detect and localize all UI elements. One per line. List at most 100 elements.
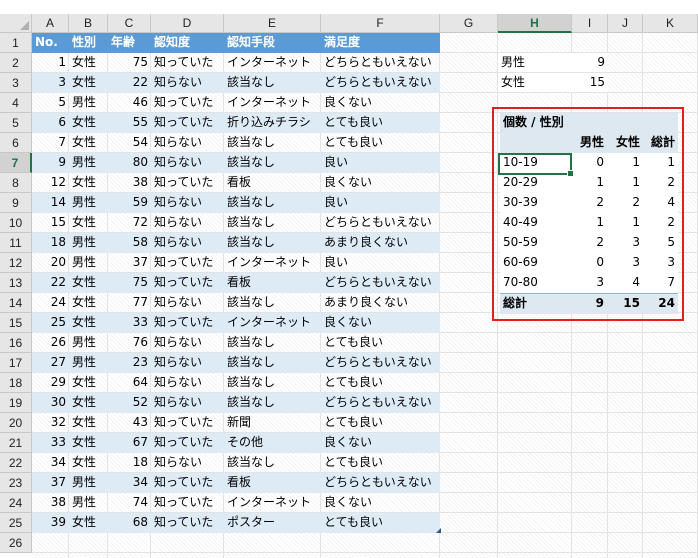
table-cell[interactable]: 知らない	[151, 153, 224, 172]
table-cell[interactable]: とても良い	[321, 513, 440, 532]
table-cell[interactable]: 良くない	[321, 93, 440, 112]
table-cell[interactable]: 知らない	[151, 233, 224, 252]
table-cell[interactable]: 知らない	[151, 333, 224, 352]
table-cell[interactable]: 知らない	[151, 373, 224, 392]
table-cell[interactable]: 良くない	[321, 173, 440, 192]
count-value[interactable]: 15	[572, 73, 608, 92]
table-cell[interactable]: 3	[32, 73, 69, 92]
table-cell[interactable]: どちらともいえない	[321, 353, 440, 372]
column-header-b[interactable]: B	[69, 14, 108, 33]
count-label[interactable]: 男性	[498, 53, 572, 72]
pivot-header-female[interactable]: 女性	[607, 133, 643, 152]
table-cell[interactable]: 良くない	[321, 313, 440, 332]
pivot-row-label[interactable]: 50-59	[500, 233, 570, 252]
table-cell[interactable]: 77	[108, 293, 151, 312]
table-cell[interactable]: どちらともいえない	[321, 473, 440, 492]
table-cell[interactable]: 34	[108, 473, 151, 492]
table-cell[interactable]: インターネット	[224, 53, 321, 72]
table-cell[interactable]: 23	[108, 353, 151, 372]
row-header-12[interactable]: 12	[0, 253, 32, 273]
table-cell[interactable]: 男性	[69, 353, 108, 372]
table-cell[interactable]: 女性	[69, 373, 108, 392]
pivot-value[interactable]: 2	[570, 233, 607, 252]
pivot-value[interactable]: 5	[643, 233, 678, 252]
column-header-e[interactable]: E	[224, 14, 321, 33]
table-cell[interactable]: 知っていた	[151, 413, 224, 432]
column-header-j[interactable]: J	[608, 14, 643, 33]
table-cell[interactable]: 男性	[69, 333, 108, 352]
table-cell[interactable]: 看板	[224, 473, 321, 492]
table-cell[interactable]: 女性	[69, 413, 108, 432]
table-cell[interactable]: 知っていた	[151, 473, 224, 492]
table-cell[interactable]: 看板	[224, 173, 321, 192]
pivot-value[interactable]: 7	[643, 273, 678, 292]
table-cell[interactable]: 29	[32, 373, 69, 392]
table-cell[interactable]: 37	[32, 473, 69, 492]
pivot-value[interactable]: 3	[643, 253, 678, 272]
table-cell[interactable]: 知っていた	[151, 433, 224, 452]
table-cell[interactable]: 33	[32, 433, 69, 452]
table-cell[interactable]: 良い	[321, 153, 440, 172]
pivot-value[interactable]: 1	[570, 213, 607, 232]
row-header-16[interactable]: 16	[0, 333, 32, 353]
pivot-value[interactable]: 3	[607, 253, 643, 272]
pivot-value[interactable]: 1	[607, 213, 643, 232]
table-cell[interactable]: ポスター	[224, 513, 321, 532]
table-cell[interactable]: 知らない	[151, 133, 224, 152]
table-header-cell[interactable]: 認知度	[151, 33, 224, 52]
table-cell[interactable]: 知っていた	[151, 253, 224, 272]
table-cell[interactable]: 68	[108, 513, 151, 532]
table-cell[interactable]: 55	[108, 113, 151, 132]
table-cell[interactable]: 男性	[69, 233, 108, 252]
table-cell[interactable]: 知らない	[151, 293, 224, 312]
table-cell[interactable]: 女性	[69, 313, 108, 332]
table-cell[interactable]: 54	[108, 133, 151, 152]
table-cell[interactable]: 知っていた	[151, 493, 224, 512]
table-cell[interactable]: 15	[32, 213, 69, 232]
table-cell[interactable]: 女性	[69, 273, 108, 292]
table-cell[interactable]: とても良い	[321, 373, 440, 392]
pivot-value[interactable]: 0	[570, 253, 607, 272]
table-cell[interactable]: 22	[108, 73, 151, 92]
row-header-3[interactable]: 3	[0, 73, 32, 93]
table-cell[interactable]: 女性	[69, 53, 108, 72]
table-cell[interactable]: 知っていた	[151, 313, 224, 332]
pivot-row-label[interactable]: 20-29	[500, 173, 570, 192]
table-cell[interactable]: 該当なし	[224, 213, 321, 232]
pivot-header-male[interactable]: 男性	[570, 133, 607, 152]
table-cell[interactable]: 知っていた	[151, 173, 224, 192]
table-header-cell[interactable]: 性別	[69, 33, 108, 52]
row-header-5[interactable]: 5	[0, 113, 32, 133]
table-cell[interactable]: 20	[32, 253, 69, 272]
table-cell[interactable]: 7	[32, 133, 69, 152]
column-header-k[interactable]: K	[643, 14, 698, 33]
pivot-value[interactable]: 2	[570, 193, 607, 212]
row-header-15[interactable]: 15	[0, 313, 32, 333]
pivot-total-all[interactable]: 24	[643, 294, 678, 313]
table-cell[interactable]: 良い	[321, 253, 440, 272]
table-cell[interactable]: あまり良くない	[321, 293, 440, 312]
row-header-18[interactable]: 18	[0, 373, 32, 393]
table-cell[interactable]: 知らない	[151, 353, 224, 372]
table-cell[interactable]: 5	[32, 93, 69, 112]
row-header-6[interactable]: 6	[0, 133, 32, 153]
table-cell[interactable]: どちらともいえない	[321, 213, 440, 232]
table-cell[interactable]: 男性	[69, 473, 108, 492]
table-cell[interactable]: 該当なし	[224, 373, 321, 392]
table-cell[interactable]: とても良い	[321, 413, 440, 432]
table-cell[interactable]: 女性	[69, 293, 108, 312]
row-header-25[interactable]: 25	[0, 513, 32, 533]
table-cell[interactable]: インターネット	[224, 493, 321, 512]
table-header-cell[interactable]: No.	[32, 33, 69, 52]
table-cell[interactable]: 24	[32, 293, 69, 312]
table-cell[interactable]: とても良い	[321, 453, 440, 472]
column-header-d[interactable]: D	[151, 14, 224, 33]
pivot-value[interactable]: 2	[607, 193, 643, 212]
row-header-10[interactable]: 10	[0, 213, 32, 233]
table-resize-handle[interactable]	[436, 528, 441, 533]
table-cell[interactable]: 67	[108, 433, 151, 452]
table-cell[interactable]: 12	[32, 173, 69, 192]
table-cell[interactable]: 男性	[69, 193, 108, 212]
table-cell[interactable]: 76	[108, 333, 151, 352]
row-header-19[interactable]: 19	[0, 393, 32, 413]
